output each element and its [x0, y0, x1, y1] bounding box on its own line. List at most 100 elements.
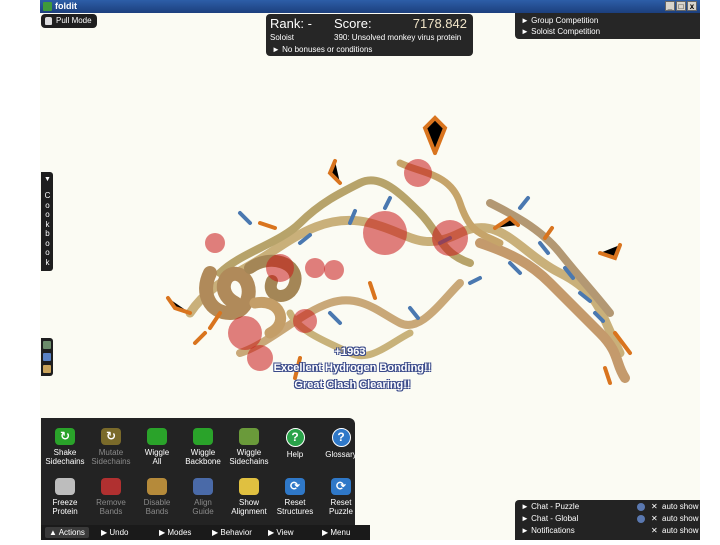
- minimize-button[interactable]: _: [665, 1, 675, 11]
- score-panel: Rank: - Score: 7178.842 Soloist 390: Uns…: [266, 14, 473, 56]
- help-button[interactable]: ? Help: [271, 428, 319, 459]
- scissors-button[interactable]: Remove Bands: [87, 478, 135, 516]
- auto-show-toggle[interactable]: auto show: [662, 526, 698, 535]
- actions-panel: ↻ Shake Sidechains ↻ Mutate Sidechains Wiggle A…: [41, 418, 357, 525]
- action-label: Shake Sidechains: [45, 448, 85, 466]
- notes-icon[interactable]: [43, 365, 51, 373]
- auto-show-toggle[interactable]: auto show: [662, 514, 698, 523]
- player-mode: Soloist: [270, 33, 295, 42]
- close-icon[interactable]: ✕: [651, 526, 658, 535]
- tab-modes[interactable]: ▶ Modes: [159, 527, 191, 538]
- alignment-face-icon: [239, 478, 259, 495]
- tab-menu[interactable]: ▶ Menu: [322, 527, 350, 538]
- clash-marker: [293, 309, 317, 333]
- clash-marker: [205, 233, 225, 253]
- sidechain[interactable]: [422, 115, 448, 155]
- shake-button[interactable]: ↻ Shake Sidechains: [41, 428, 89, 466]
- reset-puzzle-icon: ⟳: [331, 478, 351, 495]
- broom-icon: [147, 478, 167, 495]
- glossary-button[interactable]: ? Glossary: [317, 428, 365, 459]
- alignment-face-button[interactable]: Show Alignment: [225, 478, 273, 516]
- wiggle-sidechains-button[interactable]: Wiggle Sidechains: [225, 428, 273, 466]
- soloist-competition-toggle[interactable]: ► Soloist Competition: [521, 27, 600, 36]
- action-label: Remove Bands: [96, 498, 126, 516]
- hbond-marker: [518, 196, 530, 210]
- freeze-icon: [55, 478, 75, 495]
- notification-label[interactable]: ► Notifications: [521, 526, 575, 535]
- hbond-marker: [383, 196, 392, 210]
- terminal-icon[interactable]: [43, 341, 51, 349]
- wiggle-all-button[interactable]: Wiggle All: [133, 428, 181, 466]
- close-button[interactable]: x: [687, 1, 697, 11]
- bonuses-toggle[interactable]: ► No bonuses or conditions: [272, 45, 372, 54]
- clash-message: Great Clash Clearing!!: [294, 379, 411, 391]
- scissors-icon: [101, 478, 121, 495]
- notification-label[interactable]: ► Chat - Global: [521, 514, 578, 523]
- info-icon[interactable]: [637, 503, 645, 511]
- action-label: Show Alignment: [231, 498, 267, 516]
- group-competition-toggle[interactable]: ► Group Competition: [521, 16, 598, 25]
- competition-panel: ► Group Competition ► Soloist Competitio…: [515, 13, 700, 39]
- action-label: Disable Bands: [143, 498, 171, 516]
- close-icon[interactable]: ✕: [651, 502, 658, 511]
- sidechain[interactable]: [368, 281, 377, 300]
- tab-behavior[interactable]: ▶ Behavior: [212, 527, 252, 538]
- glossary-icon: ?: [331, 428, 351, 447]
- mutate-button[interactable]: ↻ Mutate Sidechains: [87, 428, 135, 466]
- close-icon[interactable]: ✕: [651, 514, 658, 523]
- clash-marker: [363, 211, 407, 255]
- align-guide-icon: [193, 478, 213, 495]
- clash-marker: [228, 316, 262, 350]
- cookbook-label: Cookbook: [44, 191, 51, 267]
- broom-button[interactable]: Disable Bands: [133, 478, 181, 516]
- wiggle-all-icon: [147, 428, 167, 445]
- notification-row[interactable]: ► Notifications ✕ auto show: [521, 526, 699, 538]
- hand-icon: [45, 17, 52, 25]
- clash-marker: [305, 258, 325, 278]
- hbond-marker: [328, 311, 342, 325]
- reset-structures-button[interactable]: ⟳ Reset Structures: [271, 478, 319, 516]
- cookbook-toggle-icon[interactable]: ▼: [44, 176, 51, 183]
- info-icon[interactable]: [637, 515, 645, 523]
- score-label: Score:: [334, 16, 372, 31]
- helix-coil[interactable]: [199, 266, 256, 321]
- action-label: Freeze Protein: [52, 498, 78, 516]
- notification-label[interactable]: ► Chat - Puzzle: [521, 502, 579, 511]
- sidechain[interactable]: [166, 296, 192, 315]
- tab-undo[interactable]: ▶ Undo: [101, 527, 129, 538]
- reset-structures-icon: ⟳: [285, 478, 305, 495]
- action-label: Glossary: [325, 450, 357, 459]
- align-guide-button[interactable]: Align Guide: [179, 478, 227, 516]
- hbond-message: Excellent Hydrogen Bonding!!: [273, 362, 432, 374]
- sidechain[interactable]: [493, 215, 520, 230]
- sidechain[interactable]: [327, 159, 342, 185]
- wiggle-backbone-icon: [193, 428, 213, 445]
- wiggle-backbone-button[interactable]: Wiggle Backbone: [179, 428, 227, 466]
- pull-mode-button[interactable]: Pull Mode: [41, 14, 97, 28]
- auto-show-toggle[interactable]: auto show: [662, 502, 698, 511]
- side-toolbar: [41, 338, 53, 376]
- save-icon[interactable]: [43, 353, 51, 361]
- shake-icon: ↻: [55, 428, 75, 445]
- pull-mode-label: Pull Mode: [56, 16, 92, 25]
- sidechain[interactable]: [193, 331, 207, 345]
- cookbook-tab[interactable]: ▼ Cookbook: [41, 172, 53, 271]
- action-label: Wiggle Backbone: [185, 448, 221, 466]
- notification-panel: ► Chat - Puzzle ✕ auto show ► Chat - Global…: [515, 500, 700, 540]
- action-label: Align Guide: [192, 498, 214, 516]
- sidechain[interactable]: [603, 366, 612, 385]
- clash-marker: [266, 254, 294, 282]
- wiggle-sidechains-icon: [239, 428, 259, 445]
- sidechain[interactable]: [258, 221, 277, 230]
- reset-puzzle-button[interactable]: ⟳ Reset Puzzle: [317, 478, 365, 516]
- points-message: +1963: [334, 346, 366, 358]
- puzzle-name: 390: Unsolved monkey virus protein: [334, 33, 462, 42]
- action-label: Mutate Sidechains: [91, 448, 131, 466]
- tab-actions[interactable]: ▲ Actions: [45, 527, 89, 538]
- notification-row[interactable]: ► Chat - Puzzle ✕ auto show: [521, 502, 699, 514]
- maximize-button[interactable]: □: [676, 1, 686, 11]
- sidechain[interactable]: [598, 243, 622, 261]
- tab-view[interactable]: ▶ View: [268, 527, 294, 538]
- notification-row[interactable]: ► Chat - Global ✕ auto show: [521, 514, 699, 526]
- freeze-button[interactable]: Freeze Protein: [41, 478, 89, 516]
